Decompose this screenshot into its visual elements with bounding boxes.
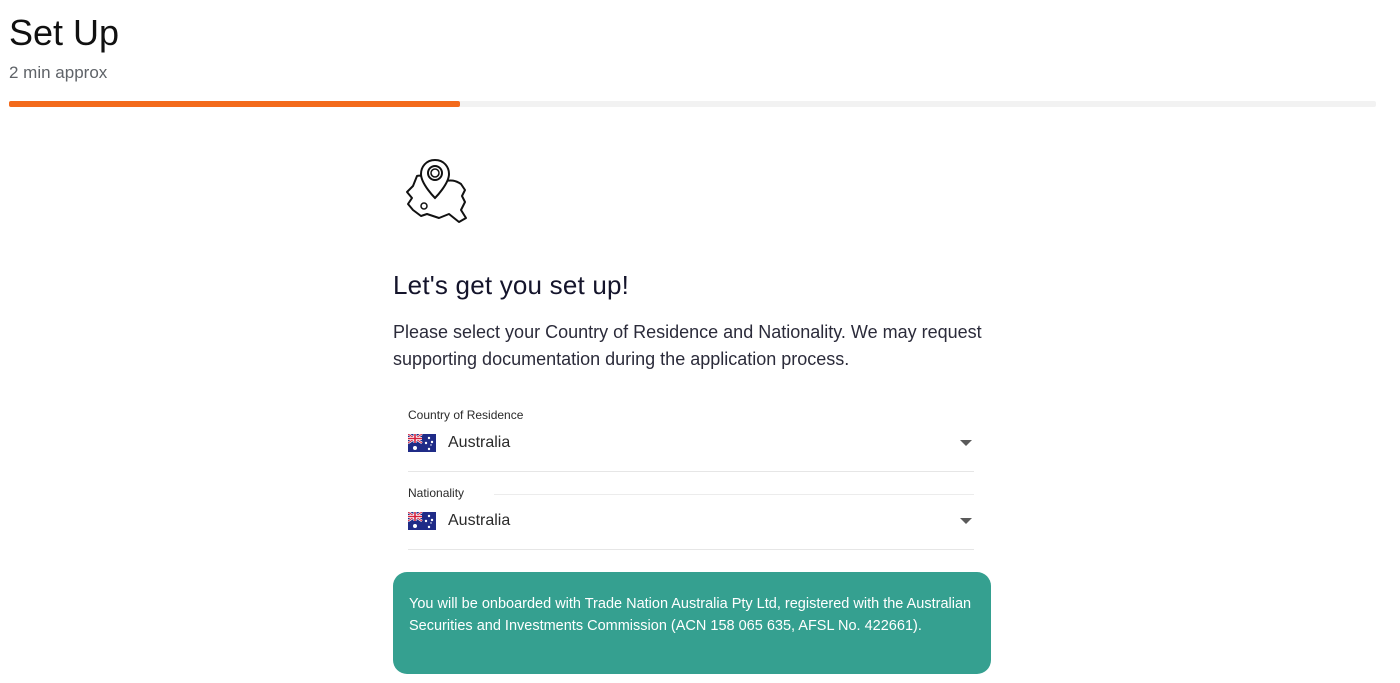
map-pin-icon	[406, 158, 467, 223]
setup-headline: Let's get you set up!	[393, 270, 630, 300]
australia-flag-icon	[408, 512, 436, 530]
chevron-down-icon[interactable]	[960, 440, 972, 446]
country-of-residence-row[interactable]: Australia	[408, 428, 974, 458]
field-outline	[494, 494, 974, 495]
setup-description: Please select your Country of Residence …	[393, 322, 982, 369]
progress-bar-fill	[9, 101, 461, 107]
nationality-label: Nationality	[408, 486, 465, 500]
country-of-residence-label: Country of Residence	[408, 408, 524, 422]
australia-flag-icon	[408, 434, 436, 452]
nationality-value: Australia	[448, 512, 511, 529]
field-underline	[408, 549, 974, 550]
regulatory-notice: You will be onboarded with Trade Nation …	[393, 572, 991, 674]
chevron-down-icon[interactable]	[960, 518, 972, 524]
nationality-row[interactable]: Australia	[408, 506, 974, 536]
field-underline	[408, 471, 974, 472]
page-title: Set Up	[9, 12, 120, 53]
country-of-residence-value: Australia	[448, 434, 511, 451]
time-estimate: 2 min approx	[9, 63, 108, 82]
setup-page: Set Up 2 min approx Let's get you set up…	[0, 0, 1400, 683]
progress-bar	[9, 101, 1376, 107]
nationality-select[interactable]: Nationality Australia	[394, 480, 990, 550]
country-of-residence-select[interactable]: Country of Residence Australia	[394, 402, 990, 472]
